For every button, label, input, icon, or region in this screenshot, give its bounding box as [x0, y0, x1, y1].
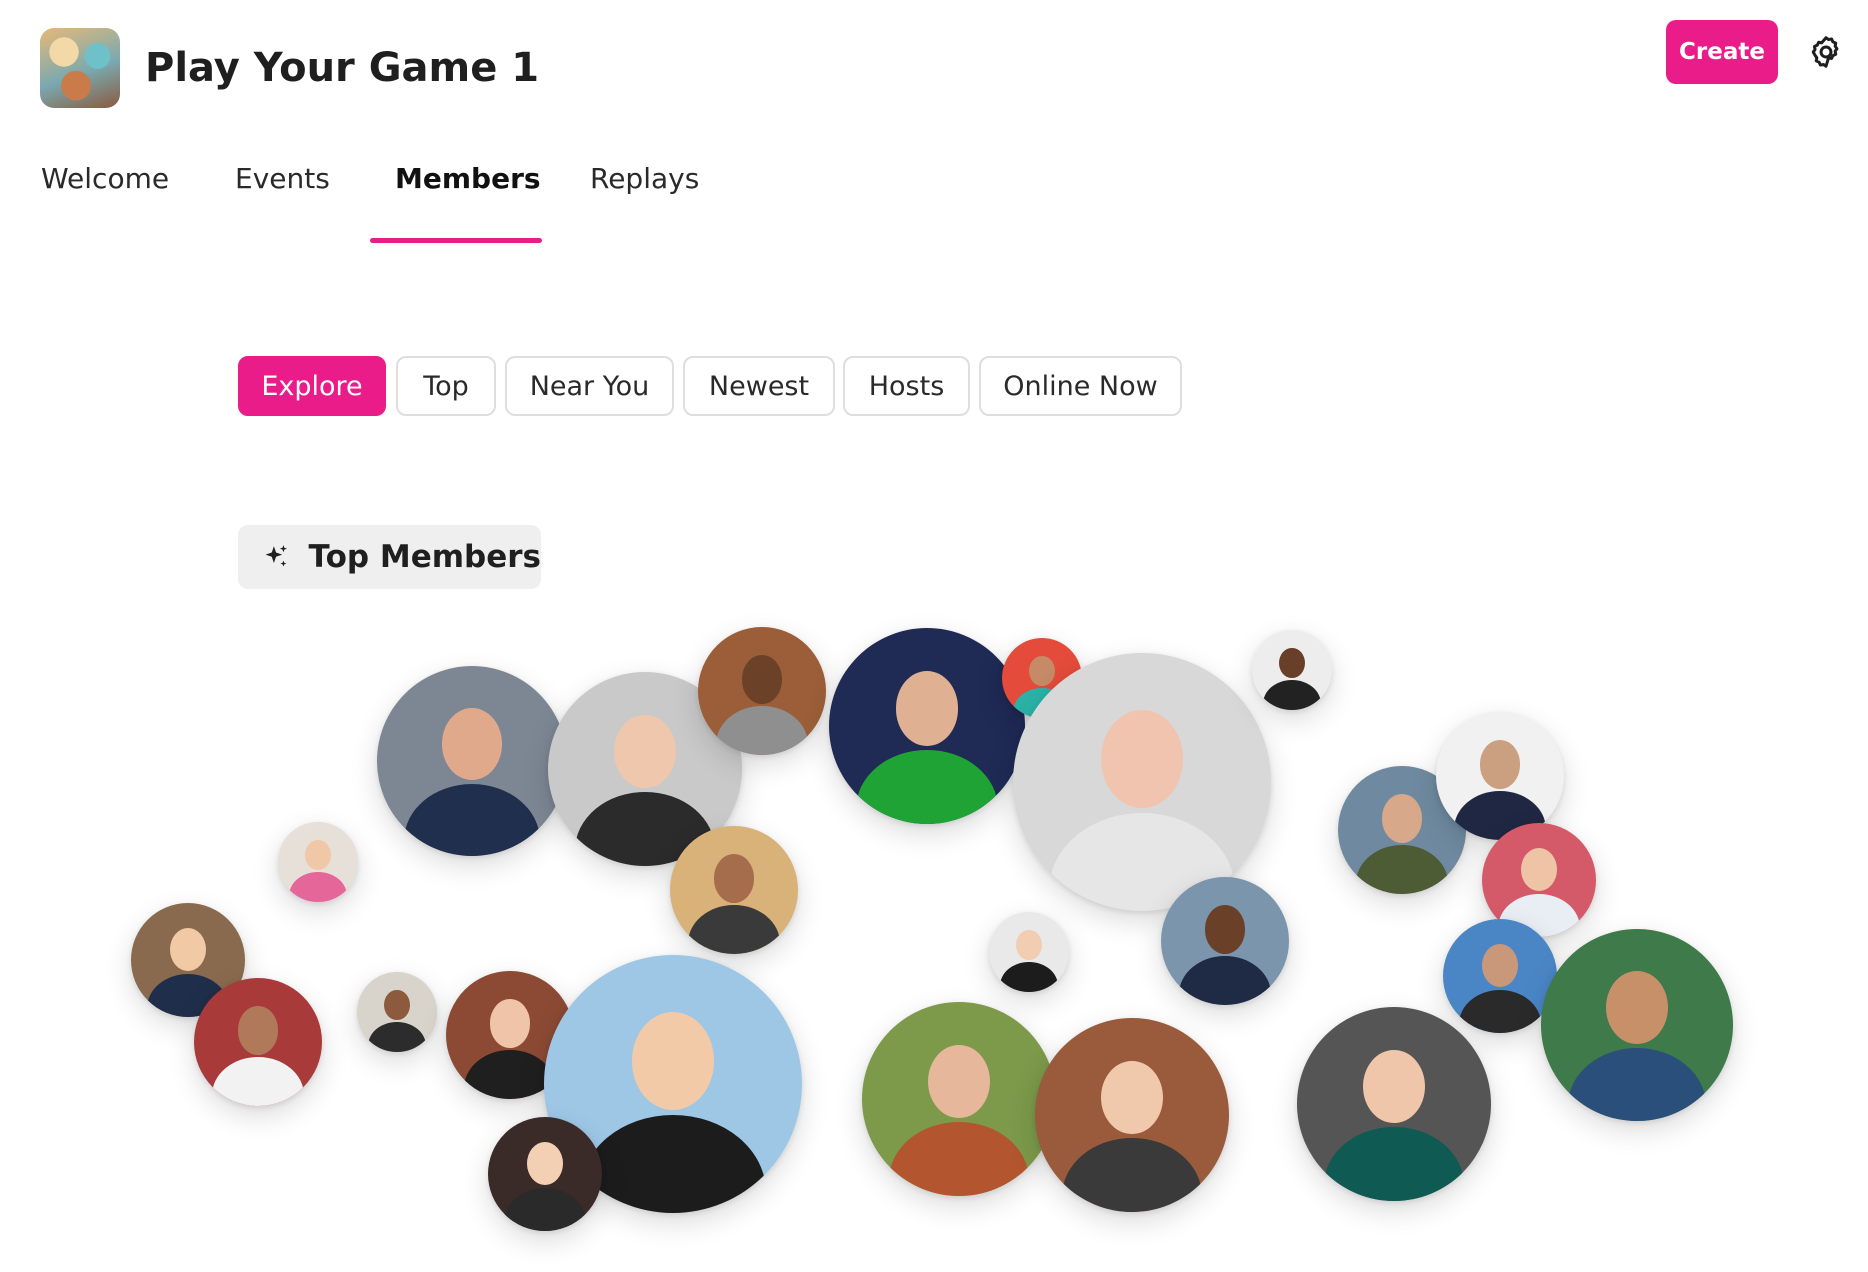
sparkle-icon: [265, 545, 287, 567]
member-avatar[interactable]: [670, 826, 798, 954]
community-logo: [40, 28, 120, 108]
member-avatar[interactable]: [488, 1117, 602, 1231]
filter-top[interactable]: Top: [396, 356, 496, 416]
member-avatar[interactable]: [698, 627, 826, 755]
top-members-heading: Top Members: [238, 525, 541, 589]
tab-replays[interactable]: Replays: [590, 162, 699, 195]
page-title: Play Your Game 1: [145, 45, 540, 91]
member-avatar[interactable]: [1436, 712, 1564, 840]
filter-newest[interactable]: Newest: [683, 356, 835, 416]
filter-near-you[interactable]: Near You: [505, 356, 674, 416]
member-avatar[interactable]: [1013, 653, 1271, 911]
member-avatar[interactable]: [1297, 1007, 1491, 1201]
member-avatar[interactable]: [829, 628, 1025, 824]
member-avatar[interactable]: [278, 822, 358, 902]
active-tab-indicator: [370, 238, 542, 243]
member-avatar[interactable]: [1252, 630, 1332, 710]
member-avatar[interactable]: [862, 1002, 1056, 1196]
section-title: Top Members: [308, 539, 541, 575]
gear-icon[interactable]: [1808, 34, 1844, 70]
member-avatar[interactable]: [1541, 929, 1733, 1121]
member-avatar[interactable]: [1161, 877, 1289, 1005]
member-avatar[interactable]: [1035, 1018, 1229, 1212]
filter-online-now[interactable]: Online Now: [979, 356, 1182, 416]
filter-explore[interactable]: Explore: [238, 356, 386, 416]
tab-members[interactable]: Members: [395, 162, 541, 195]
member-avatar[interactable]: [377, 666, 567, 856]
tab-events[interactable]: Events: [235, 162, 330, 195]
tab-welcome[interactable]: Welcome: [41, 162, 169, 195]
member-avatar[interactable]: [357, 972, 437, 1052]
member-avatar[interactable]: [989, 912, 1069, 992]
create-button[interactable]: Create: [1666, 20, 1778, 84]
member-avatar[interactable]: [194, 978, 322, 1106]
filter-hosts[interactable]: Hosts: [843, 356, 970, 416]
member-avatar[interactable]: [1443, 919, 1557, 1033]
